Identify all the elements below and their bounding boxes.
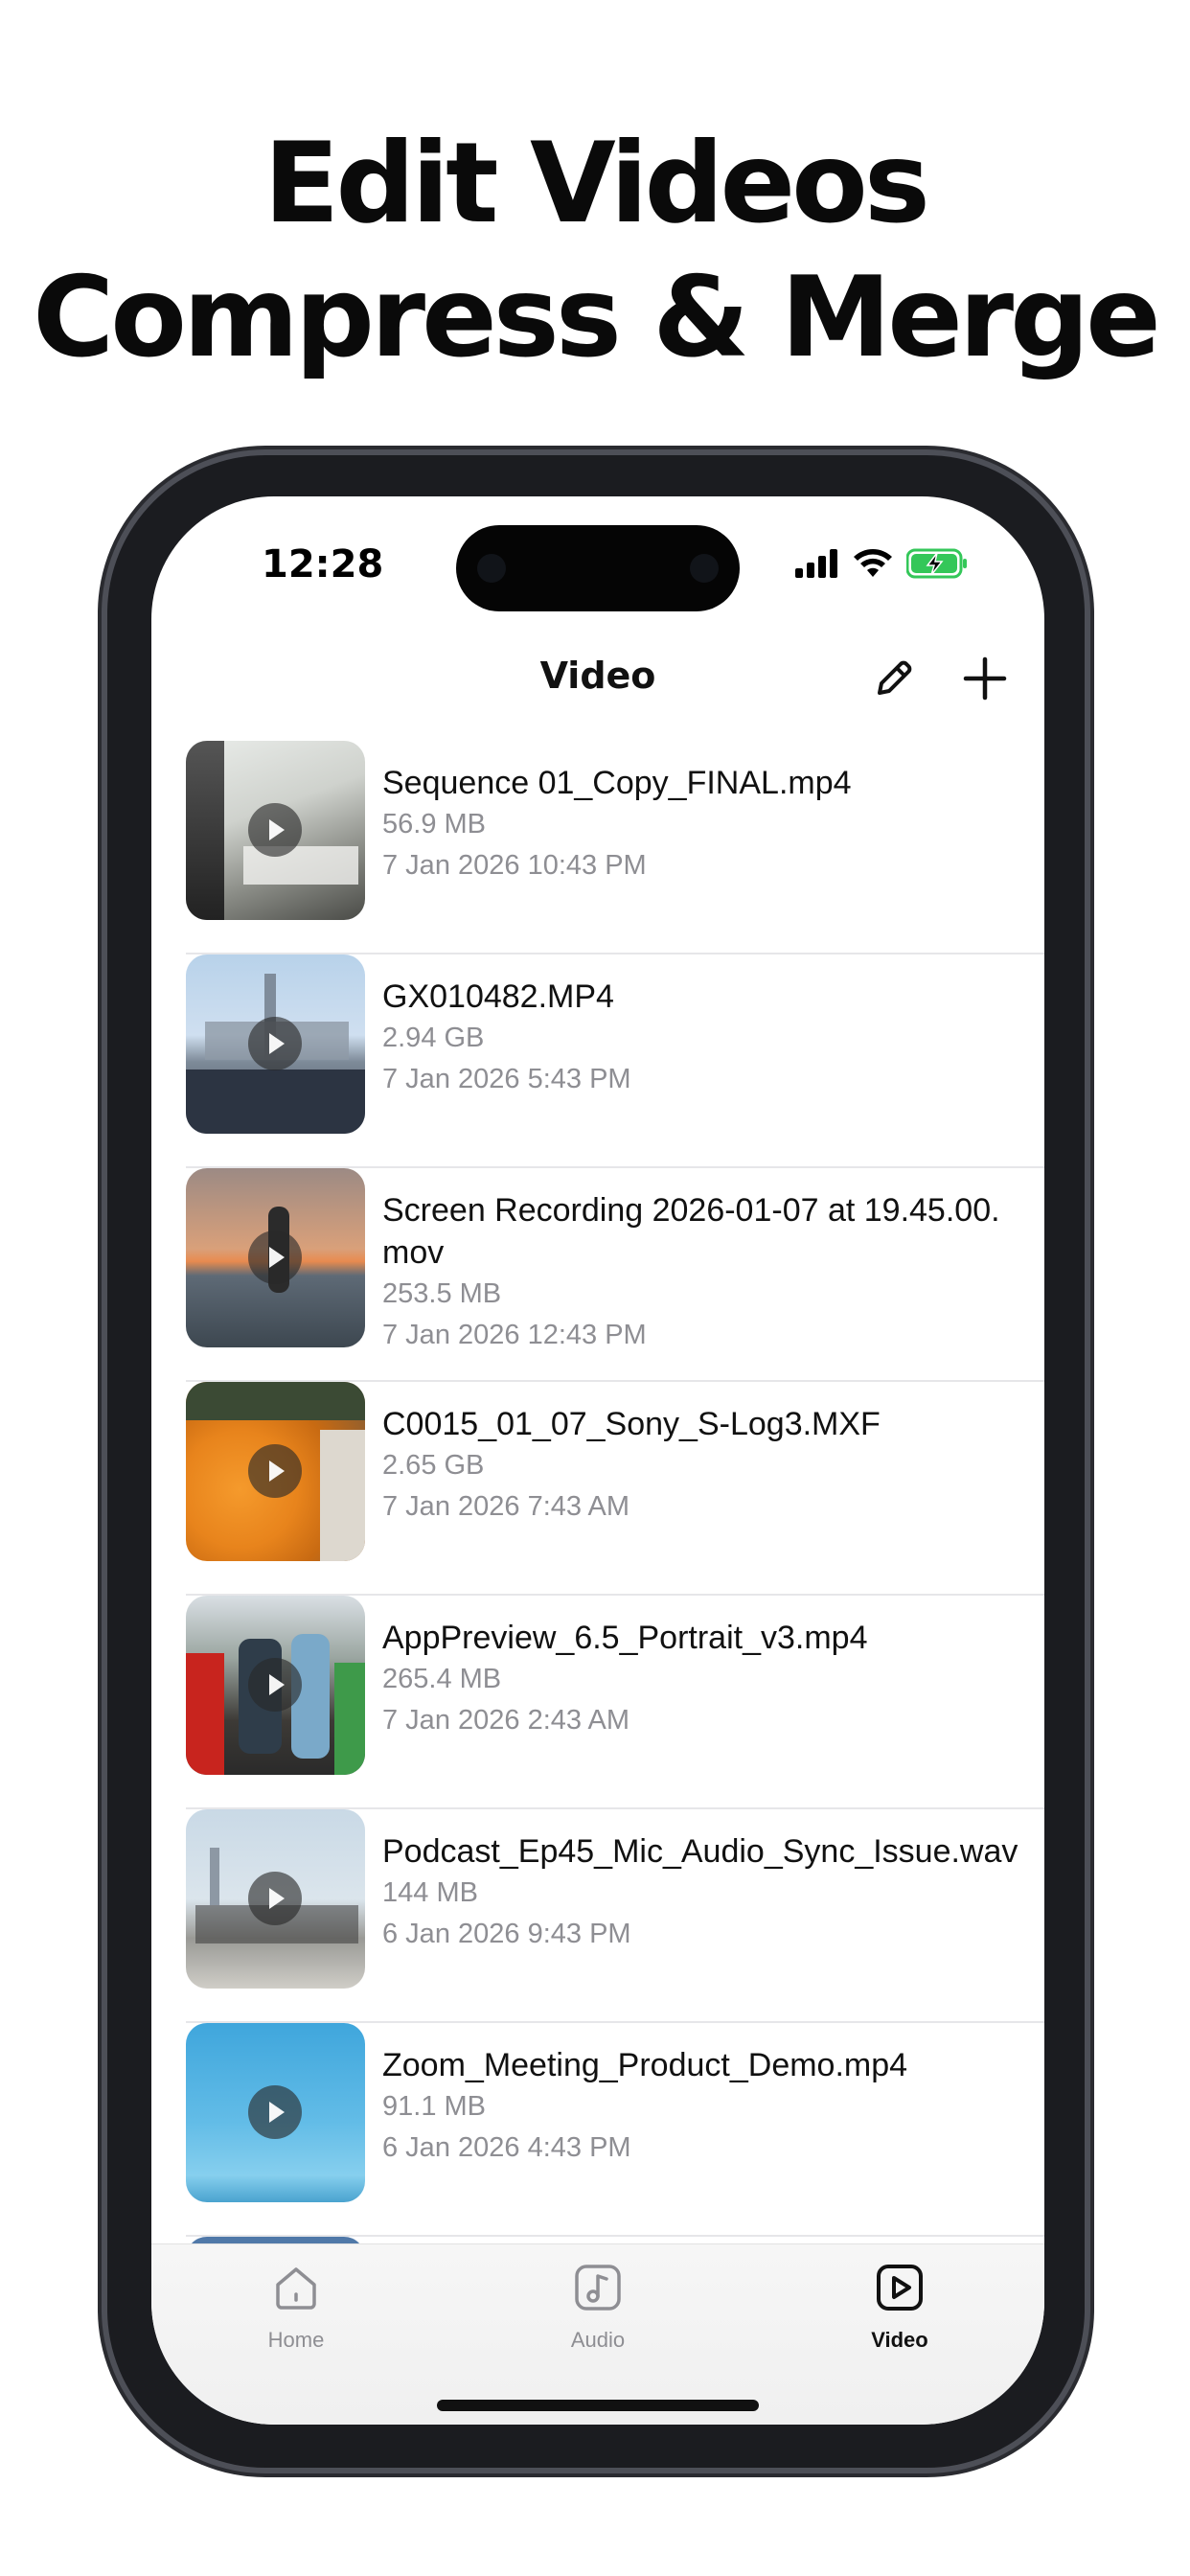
list-item[interactable]: AppPreview_6.5_Portrait_v3.mp4 265.4 MB … [186,1596,1044,1809]
tab-audio[interactable]: Audio [526,2262,670,2353]
phone-screen: 12:28 Video Sequence 01_Copy_FINAL.mp4 5… [151,496,1044,2425]
add-button[interactable] [961,655,1009,702]
plus-icon [963,656,1007,701]
video-size: 265.4 MB [382,1664,502,1694]
video-thumbnail [186,1382,365,1561]
home-icon [276,2267,316,2310]
video-date: 6 Jan 2026 9:43 PM [382,1919,631,1949]
cellular-signal-icon [795,549,837,578]
play-icon [248,1444,302,1498]
video-date: 7 Jan 2026 2:43 AM [382,1705,629,1736]
tab-label: Home [267,2328,325,2352]
edit-button[interactable] [870,655,918,702]
list-item[interactable]: Sequence 01_Copy_FINAL.mp4 56.9 MB 7 Jan… [186,741,1044,954]
play-icon [248,1658,302,1712]
video-name: Sequence 01_Copy_FINAL.mp4 [382,765,852,801]
video-thumbnail [186,2023,365,2202]
tab-video[interactable]: Video [828,2262,972,2353]
video-thumbnail [186,1596,365,1775]
video-name: AppPreview_6.5_Portrait_v3.mp4 [382,1620,868,1656]
video-name: Podcast_Ep45_Mic_Audio_Sync_Issue.wav [382,1833,1018,1870]
video-date: 7 Jan 2026 5:43 PM [382,1064,631,1094]
home-indicator [437,2400,759,2411]
battery-charging-icon [906,548,967,579]
tab-label: Audio [570,2328,626,2352]
video-thumbnail [186,1809,365,1989]
video-thumbnail [186,741,365,920]
video-size: 144 MB [382,1877,478,1908]
status-time: 12:28 [262,542,384,586]
video-size: 91.1 MB [382,2091,486,2122]
video-size: 2.65 GB [382,1450,485,1481]
promo-headline-line1: Edit Videos [263,119,930,248]
video-name: GX010482.MP4 [382,978,614,1015]
tab-home[interactable]: Home [224,2262,368,2353]
play-icon [248,1230,302,1284]
video-thumbnail [186,1168,365,1347]
video-size: 253.5 MB [382,1278,502,1309]
play-icon [248,2085,302,2139]
video-size: 2.94 GB [382,1023,485,1053]
play-icon [248,803,302,857]
play-icon [248,1872,302,1925]
play-icon [248,1017,302,1070]
camera-lens-icon [477,554,506,583]
list-item[interactable]: GX010482.MP4 2.94 GB 7 Jan 2026 5:43 PM [186,954,1044,1168]
video-thumbnail [186,954,365,1134]
tab-bar: Home Audio Video [151,2243,1044,2425]
video-name: Zoom_Meeting_Product_Demo.mp4 [382,2047,908,2083]
video-name: Screen Recording 2026-01-07 at 19.45.00.… [382,1192,1000,1271]
status-icons [795,544,968,583]
video-date: 7 Jan 2026 10:43 PM [382,850,647,881]
pencil-icon [878,660,912,695]
list-item[interactable]: Podcast_Ep45_Mic_Audio_Sync_Issue.wav 14… [186,1809,1044,2023]
dynamic-island [456,525,740,611]
tab-label: Video [871,2328,928,2352]
promo-headline-line2: Compress & Merge [33,253,1161,382]
video-date: 6 Jan 2026 4:43 PM [382,2132,631,2163]
video-size: 56.9 MB [382,809,486,840]
video-name: C0015_01_07_Sony_S-Log3.MXF [382,1406,881,1442]
video-date: 7 Jan 2026 7:43 AM [382,1491,629,1522]
sensor-icon [690,554,719,583]
wifi-icon [854,549,892,577]
list-item[interactable]: Zoom_Meeting_Product_Demo.mp4 91.1 MB 6 … [186,2023,1044,2237]
list-item[interactable]: C0015_01_07_Sony_S-Log3.MXF 2.65 GB 7 Ja… [186,1382,1044,1596]
play-square-icon [877,2265,923,2311]
music-note-icon [575,2265,621,2311]
video-date: 7 Jan 2026 12:43 PM [382,1320,647,1350]
list-item[interactable]: Screen Recording 2026-01-07 at 19.45.00.… [186,1168,1044,1382]
